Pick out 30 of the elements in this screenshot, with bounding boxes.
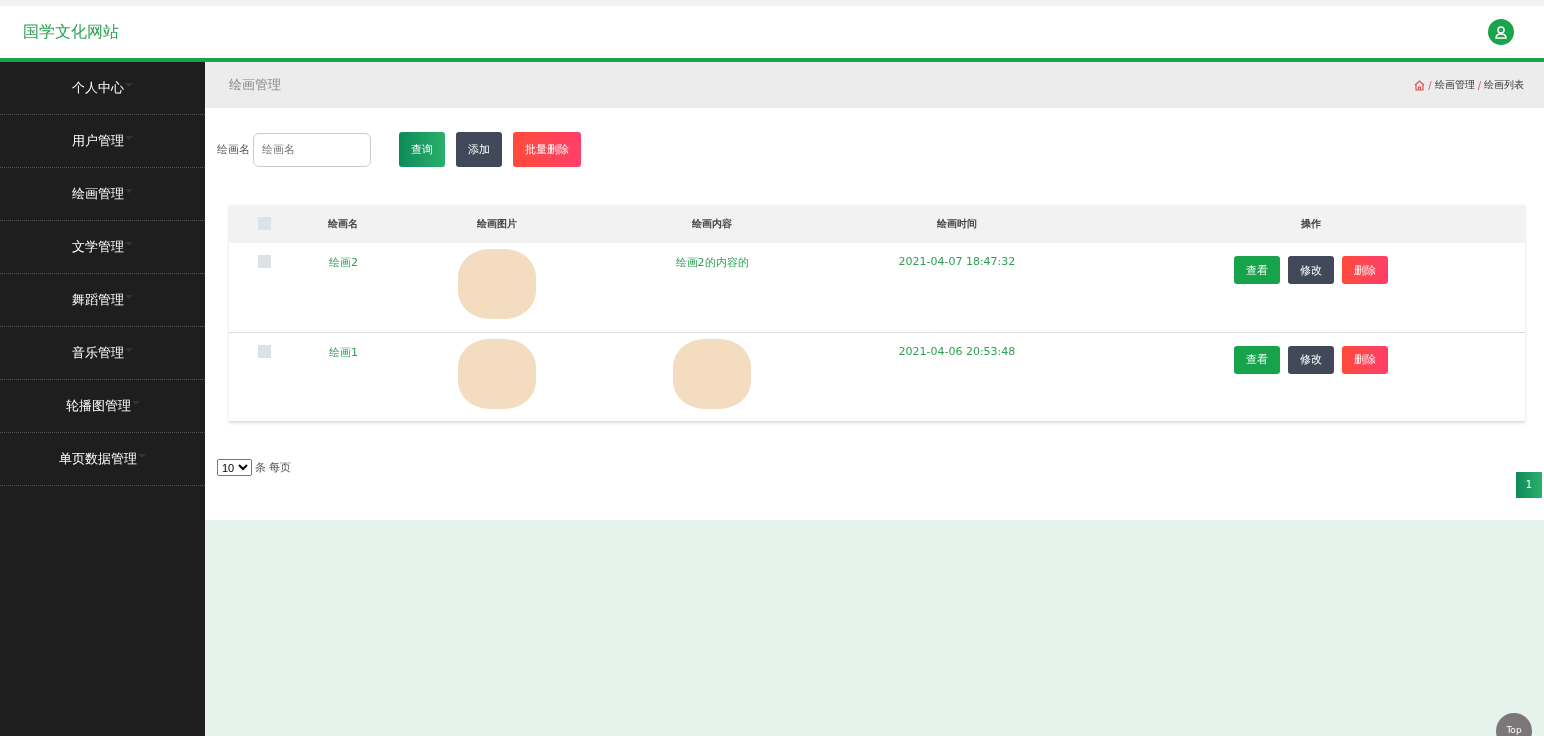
page-button[interactable]: 1 xyxy=(1516,471,1542,498)
page-title: 绘画管理 xyxy=(229,76,281,94)
back-to-top-button[interactable]: Top xyxy=(1496,713,1532,736)
page-size-label: 条 每页 xyxy=(255,460,292,475)
user-avatar-icon[interactable] xyxy=(1488,19,1514,45)
column-header: 绘画图片 xyxy=(386,205,607,243)
column-header: 操作 xyxy=(1096,205,1525,243)
breadcrumb-item[interactable]: 绘画列表 xyxy=(1484,78,1524,92)
row-checkbox[interactable] xyxy=(258,344,272,358)
table-cell: 2021-04-07 18:47:32 xyxy=(898,255,1016,268)
breadcrumb-separator: / xyxy=(1428,79,1432,91)
row-checkbox[interactable] xyxy=(258,255,272,268)
table-cell: 绘画1 xyxy=(328,345,358,359)
edit-button[interactable]: 修改 xyxy=(1287,256,1334,284)
page-size-select[interactable]: 10 xyxy=(217,459,252,476)
search-field[interactable]: 绘画名 xyxy=(253,132,371,167)
column-header: 绘画名 xyxy=(300,205,387,243)
add-button[interactable]: 添加 xyxy=(456,132,502,167)
table-cell: 绘画2 xyxy=(328,256,358,269)
column-header: 绘画内容 xyxy=(606,205,818,243)
edit-button[interactable]: 修改 xyxy=(1287,345,1334,374)
search-label: 绘画名 xyxy=(217,142,250,157)
site-title: 国学文化网站 xyxy=(23,21,119,43)
home-icon[interactable] xyxy=(1414,79,1426,91)
breadcrumb-separator: / xyxy=(1477,79,1481,91)
table-cell: 2021-04-06 20:53:48 xyxy=(898,344,1016,358)
query-button[interactable]: 查询 xyxy=(399,132,445,167)
column-header: 绘画时间 xyxy=(817,205,1097,243)
breadcrumb-item[interactable]: 绘画管理 xyxy=(1434,78,1475,92)
table-cell: 绘画2的内容的 xyxy=(675,256,749,269)
